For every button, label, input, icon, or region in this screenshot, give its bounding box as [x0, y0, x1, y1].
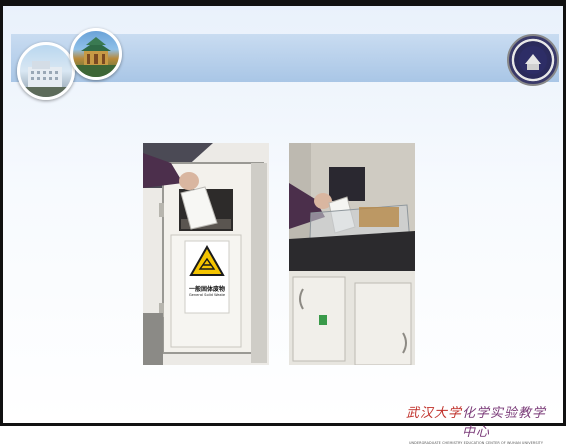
- photo-waste-tray: [289, 143, 415, 365]
- sign-title-cn: 一般固体废物: [188, 286, 225, 293]
- university-emblem-icon: [507, 34, 559, 86]
- pavilion-logo: [70, 28, 122, 80]
- brand-en: UNDERGRADUATE CHEMISTRY EDUCATION CENTER…: [408, 441, 544, 445]
- sign-title-en: General Solid Waste: [188, 293, 226, 297]
- campus-building-logo: [17, 42, 75, 100]
- footer-brand: 武汉大学化学实验教学中心 UNDERGRADUATE CHEMISTRY EDU…: [401, 402, 551, 445]
- brand-cn: 武汉大学化学实验教学中心: [401, 402, 551, 440]
- slide: 一般固体废物 General Solid Waste 武汉大学化学实验教学中心 …: [0, 0, 566, 445]
- photo-waste-cabinet: 一般固体废物 General Solid Waste: [143, 143, 269, 365]
- brand-cn-center: 化学实验教学中心: [461, 406, 547, 440]
- brand-cn-school: 武汉大学: [405, 406, 462, 421]
- warning-sign: [184, 240, 230, 314]
